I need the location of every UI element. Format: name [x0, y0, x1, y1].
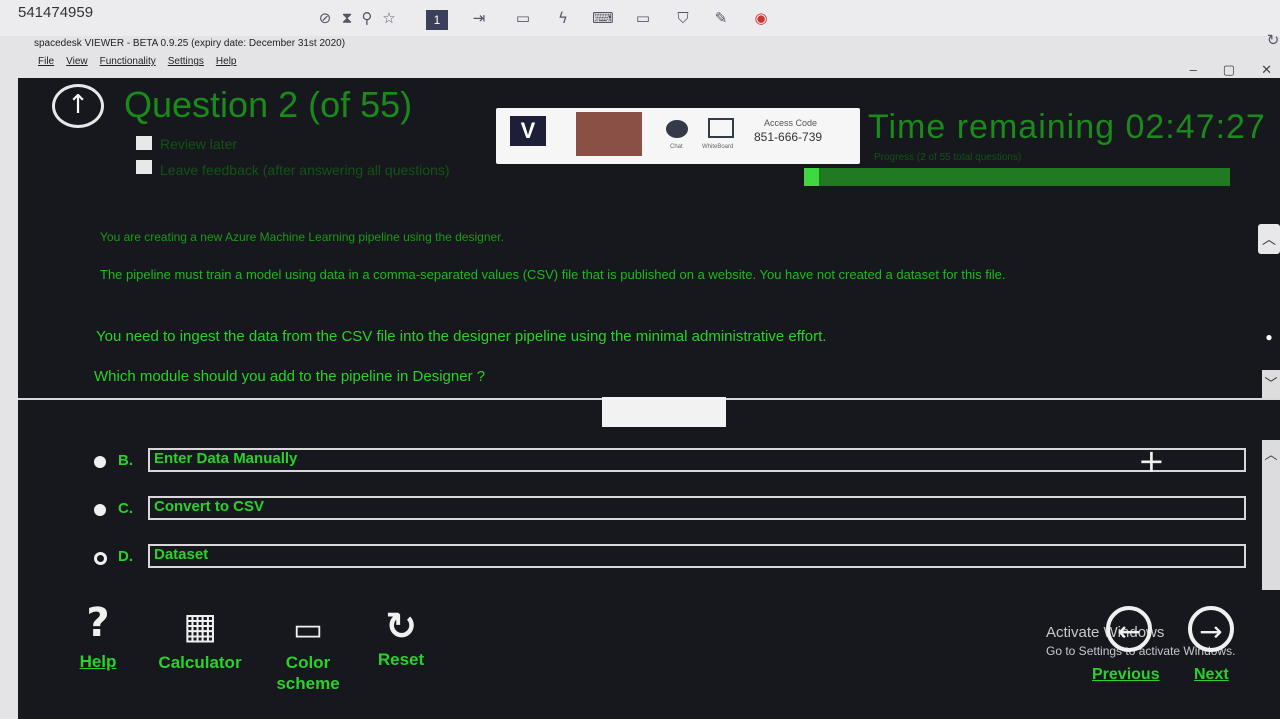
reset-tool[interactable]: ↻ Reset — [372, 604, 430, 670]
whiteboard-label: WhiteBoard — [702, 144, 734, 150]
splitter-handle[interactable] — [602, 397, 726, 427]
chat-icon[interactable] — [666, 120, 688, 138]
option-b-radio[interactable] — [94, 456, 106, 468]
previous-arrow-icon[interactable]: ← — [1106, 606, 1152, 652]
pin-icon[interactable]: ⚲ — [356, 8, 378, 28]
reset-icon: ↻ — [385, 604, 417, 648]
window-title: spacedesk VIEWER - BETA 0.9.25 (expiry d… — [34, 38, 346, 49]
progress-bar-fill — [804, 168, 819, 186]
option-d-text: Dataset — [154, 546, 209, 563]
minimize-button[interactable]: – — [1190, 62, 1197, 78]
no-camera-icon[interactable]: ⊘ — [314, 8, 336, 28]
record-icon[interactable]: ◉ — [750, 8, 772, 28]
help-tool[interactable]: ? Help — [76, 600, 120, 672]
help-label: Help — [79, 652, 117, 671]
question-paragraph-2: The pipeline must train a model using da… — [100, 267, 1006, 282]
calculator-label: Calculator — [158, 653, 242, 672]
answers-scroll-up-icon[interactable]: ︿ — [1262, 444, 1280, 464]
forward-icon[interactable]: ⇥ — [468, 8, 490, 28]
option-c[interactable]: C. Convert to CSV — [90, 496, 1250, 524]
close-button[interactable]: ✕ — [1261, 62, 1272, 78]
question-paragraph-1: You are creating a new Azure Machine Lea… — [100, 230, 504, 244]
hourglass-icon[interactable]: ⧗ — [336, 8, 358, 28]
option-b-text: Enter Data Manually — [154, 450, 298, 467]
app-logo: V — [510, 116, 546, 146]
option-c-letter: C. — [118, 500, 133, 517]
next-button[interactable]: Next — [1194, 666, 1229, 684]
lightning-icon[interactable]: ϟ — [552, 8, 574, 28]
scroll-up-icon[interactable]: ︿ — [1258, 224, 1280, 254]
page-indicator[interactable]: 1 — [426, 10, 448, 30]
menu-help[interactable]: Help — [216, 56, 237, 67]
leave-feedback-label: Leave feedback (after answering all ques… — [160, 162, 450, 178]
review-later-label: Review later — [160, 136, 238, 152]
chat-label: Chat — [670, 144, 683, 150]
question-paragraph-3: You need to ingest the data from the CSV… — [96, 328, 827, 345]
question-title: Question 2 (of 55) — [124, 84, 413, 125]
calculator-tool[interactable]: ▦ Calculator — [152, 606, 248, 673]
calculator-icon: ▦ — [182, 606, 217, 647]
star-icon[interactable]: ☆ — [378, 8, 400, 28]
option-b-box[interactable]: Enter Data Manually — [148, 448, 1246, 472]
shield-icon[interactable]: ⛉ — [672, 8, 694, 28]
option-d-box[interactable]: Dataset — [148, 544, 1246, 568]
option-b[interactable]: B. Enter Data Manually — [90, 448, 1250, 476]
restore-button[interactable]: ▢ — [1223, 62, 1235, 78]
option-b-letter: B. — [118, 452, 133, 469]
webcam-preview — [576, 112, 642, 156]
access-code: 851-666-739 — [754, 130, 823, 144]
monitor-icon: ▭ — [292, 610, 324, 648]
back-arrow-icon[interactable]: ↑ — [52, 84, 104, 128]
host-id-number: 541474959 — [18, 4, 94, 21]
time-remaining: Time remaining 02:47:27 — [868, 108, 1266, 146]
color-scheme-tool[interactable]: ▭ Color scheme — [268, 610, 348, 694]
window-controls: – ▢ ✕ — [1190, 62, 1272, 78]
option-c-text: Convert to CSV — [154, 498, 265, 515]
refresh-icon[interactable]: ↻ — [1262, 30, 1280, 50]
scroll-down-icon[interactable]: ﹀ — [1262, 370, 1280, 398]
progress-bar — [804, 168, 1230, 186]
question-prompt: Which module should you add to the pipel… — [94, 368, 486, 385]
review-later-checkbox[interactable] — [136, 136, 152, 150]
window-menu-bar: File View Functionality Settings Help — [38, 56, 236, 67]
option-d-radio[interactable] — [94, 552, 107, 565]
scroll-thumb[interactable]: ● — [1258, 330, 1280, 344]
next-arrow-icon[interactable]: → — [1188, 606, 1234, 652]
option-d[interactable]: D. Dataset — [90, 544, 1250, 572]
menu-settings[interactable]: Settings — [168, 56, 204, 67]
pen-icon[interactable]: ✎ — [710, 8, 732, 28]
previous-button[interactable]: Previous — [1092, 666, 1160, 684]
plus-icon[interactable]: + — [1138, 442, 1165, 480]
comment-icon[interactable]: ▭ — [512, 8, 534, 28]
option-c-box[interactable]: Convert to CSV — [148, 496, 1246, 520]
color-scheme-label-1: Color — [285, 653, 331, 672]
screen-share-overlay: V Chat WhiteBoard Access Code 851-666-73… — [496, 108, 860, 164]
progress-text: Progress (2 of 55 total questions) — [874, 152, 1022, 163]
reset-label: Reset — [377, 650, 425, 669]
menu-functionality[interactable]: Functionality — [100, 56, 156, 67]
menu-file[interactable]: File — [38, 56, 54, 67]
exam-panel: ↑ Question 2 (of 55) Review later Leave … — [18, 78, 1280, 719]
option-d-letter: D. — [118, 548, 133, 565]
option-c-radio[interactable] — [94, 504, 106, 516]
color-scheme-label-2: scheme — [276, 674, 340, 693]
keyboard-icon[interactable]: ⌨ — [592, 8, 614, 28]
monitor-icon[interactable]: ▭ — [632, 8, 654, 28]
leave-feedback-checkbox[interactable] — [136, 160, 152, 174]
whiteboard-icon[interactable] — [708, 118, 734, 138]
access-code-label: Access Code — [764, 118, 818, 128]
host-toolbar: 541474959 ⊘ ⧗ ⚲ ☆ 1 ⇥ ▭ ϟ ⌨ ▭ ⛉ ✎ ◉ ↻ — [0, 0, 1280, 49]
menu-view[interactable]: View — [66, 56, 88, 67]
question-mark-icon: ? — [86, 600, 110, 646]
